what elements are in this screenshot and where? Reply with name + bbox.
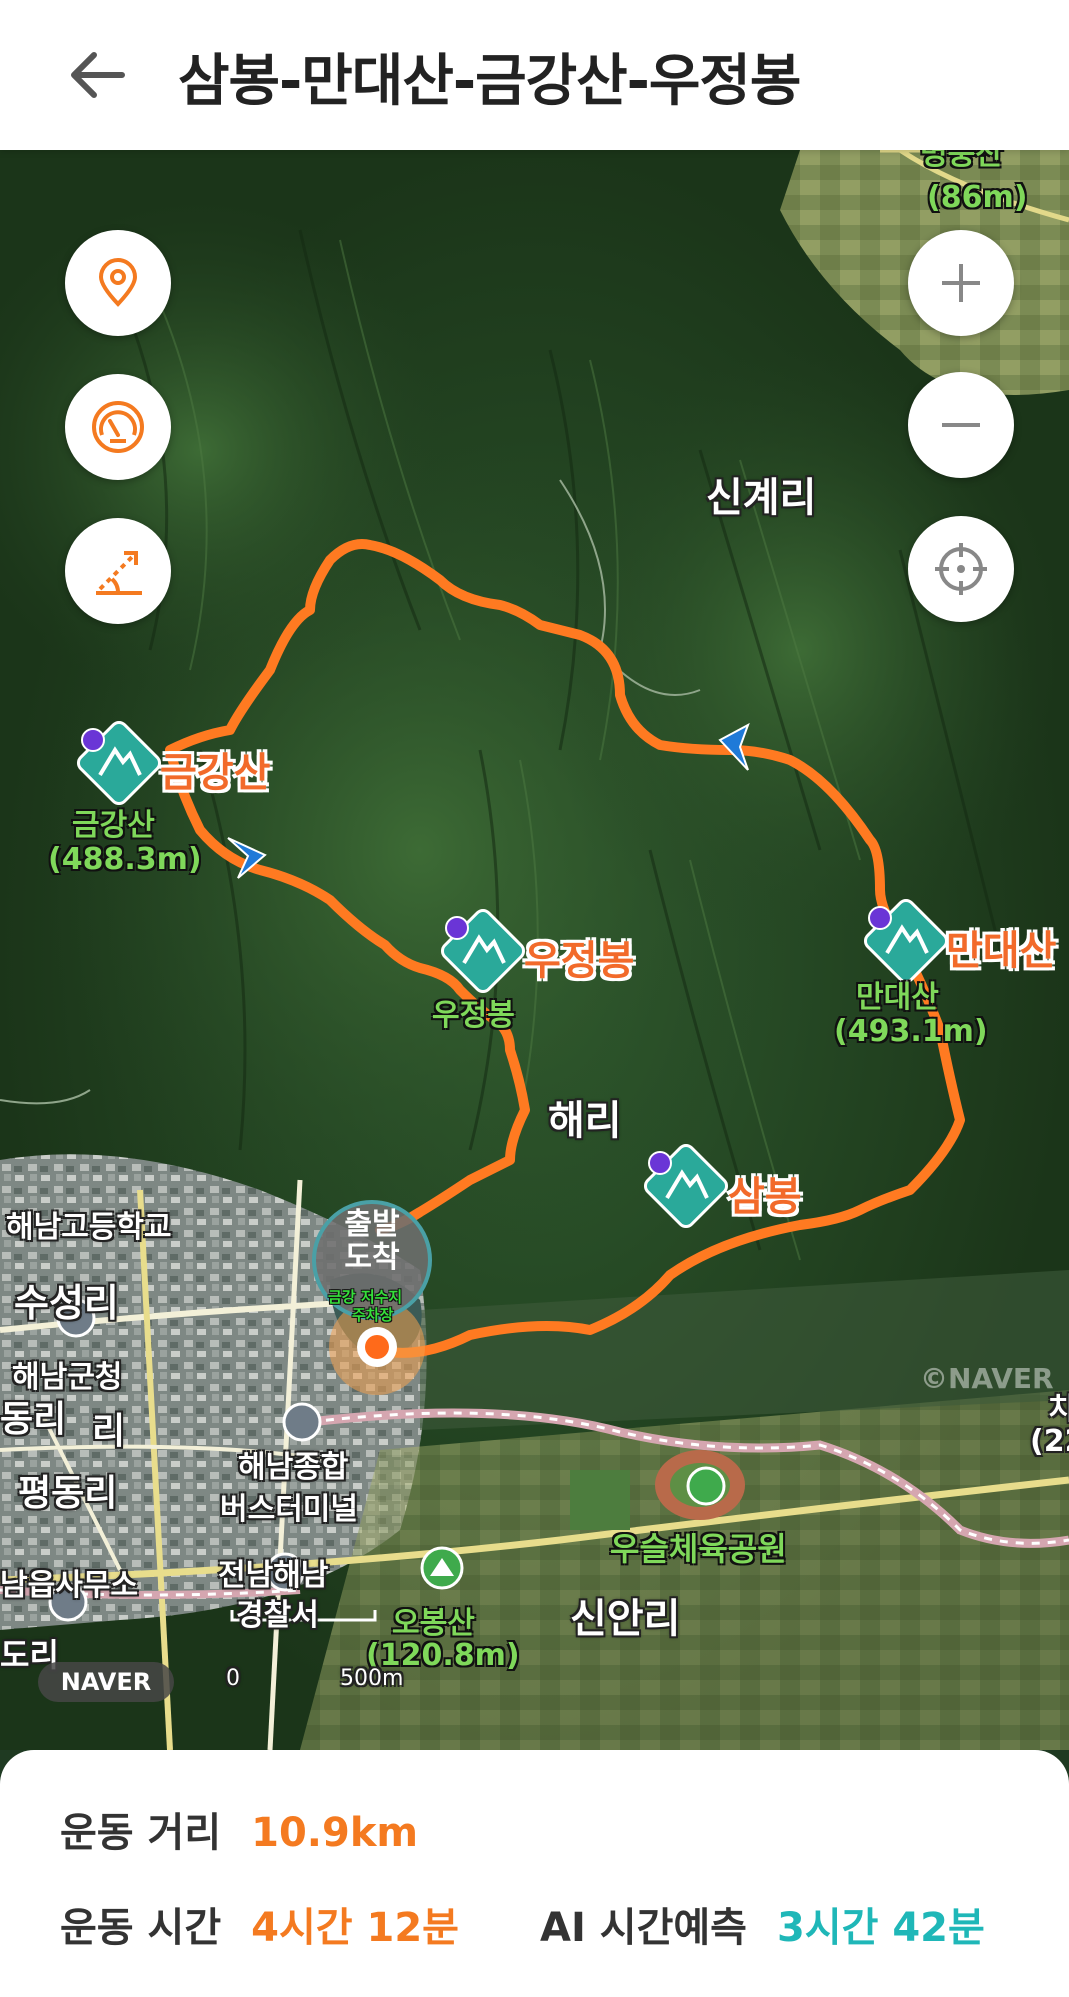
- page-title: 삼봉-만대산-금강산-우정봉: [178, 49, 801, 114]
- peak-label-ujeong: 우정봉: [432, 998, 515, 1033]
- time-row: 운동 시간 4시간 12분: [60, 1895, 459, 1953]
- distance-value: 10.9km: [251, 1810, 419, 1856]
- place-label-haenam-high: 해남고등학교: [6, 1210, 172, 1245]
- slope-icon: [96, 551, 142, 595]
- ai-value: 3시간 42분: [776, 1905, 985, 1951]
- place-label-police-1: 전남해남: [218, 1558, 329, 1593]
- peak-label-myeongpung: 명풍산: [920, 150, 1003, 172]
- start-marker-line2: 도착: [344, 1240, 400, 1275]
- distance-row: 운동 거리 10.9km: [60, 1800, 418, 1858]
- peak-elevation-myeongpung: (86m): [927, 180, 1028, 215]
- place-label-usul-park: 우슬체육공원: [610, 1530, 787, 1568]
- zoom-in-button[interactable]: [908, 230, 1014, 336]
- peak-label-mandae: 만대산: [856, 980, 939, 1015]
- zoom-out-button[interactable]: [908, 372, 1014, 478]
- place-label-pyeongdongri: 평동리: [18, 1473, 118, 1514]
- location-pin-icon: [98, 258, 138, 307]
- zoom-in-icon: [942, 264, 980, 302]
- zoom-out-icon: [942, 423, 980, 427]
- time-value: 4시간 12분: [251, 1905, 459, 1951]
- distance-label: 운동 거리: [60, 1810, 222, 1856]
- app-header: 삼봉-만대산-금강산-우정봉: [0, 0, 1069, 150]
- place-label-bus-terminal-2: 버스터미널: [220, 1492, 358, 1527]
- place-label-police-2: 경찰서: [236, 1598, 319, 1633]
- back-arrow-icon[interactable]: [62, 40, 132, 110]
- peak-label-geumgang: 금강산: [72, 808, 155, 843]
- place-label-bus-terminal-1: 해남종합: [238, 1450, 349, 1485]
- map-watermark: ©NAVER: [920, 1362, 1054, 1395]
- place-label-ri: 리: [92, 1411, 126, 1452]
- map-view[interactable]: 명풍산 (86m) 신계리 해리 금강산 금강산 (488.3m) 우정봉 우정…: [0, 150, 1069, 1750]
- peak-elevation-mandae: (493.1m): [834, 1014, 988, 1049]
- ai-prediction-row: AI 시간예측 3시간 42분: [540, 1895, 985, 1953]
- start-marker-line1: 출발: [344, 1207, 400, 1242]
- place-label-haeri: 해리: [548, 1098, 622, 1144]
- place-label-sinanri: 신안리: [570, 1596, 681, 1642]
- peak-name-ujeong: 우정봉: [524, 938, 635, 984]
- place-label-singyeri: 신계리: [706, 475, 817, 521]
- slope-button[interactable]: [65, 518, 171, 624]
- peak-name-geumgang: 금강산: [160, 750, 271, 796]
- place-label-edge-right-alt: (22: [1030, 1424, 1069, 1459]
- ai-label: AI 시간예측: [540, 1905, 747, 1951]
- scale-zero: 0: [226, 1666, 240, 1691]
- peak-label-obong: 오봉산: [392, 1606, 475, 1641]
- start-marker-sub2: 주차장: [352, 1306, 394, 1324]
- scale-label: 500m: [340, 1666, 404, 1691]
- stats-panel: 운동 거리 10.9km 운동 시간 4시간 12분 AI 시간예측 3시간 42분: [0, 1750, 1069, 1997]
- naver-logo: NAVER: [38, 1662, 174, 1702]
- peak-elevation-geumgang: (488.3m): [48, 842, 202, 877]
- my-location-button[interactable]: [908, 516, 1014, 622]
- place-label-dongri: 동리: [0, 1399, 67, 1440]
- peak-name-mandae: 만대산: [946, 928, 1057, 974]
- speedometer-button[interactable]: [65, 374, 171, 480]
- peak-name-sambong: 삼봉: [728, 1174, 802, 1220]
- speedometer-icon: [92, 401, 144, 453]
- crosshair-icon: [935, 543, 987, 595]
- place-label-office: 남읍사무소: [0, 1568, 138, 1603]
- place-label-suseongri: 수성리: [14, 1281, 119, 1325]
- location-pin-button[interactable]: [65, 230, 171, 336]
- time-label: 운동 시간: [60, 1905, 222, 1951]
